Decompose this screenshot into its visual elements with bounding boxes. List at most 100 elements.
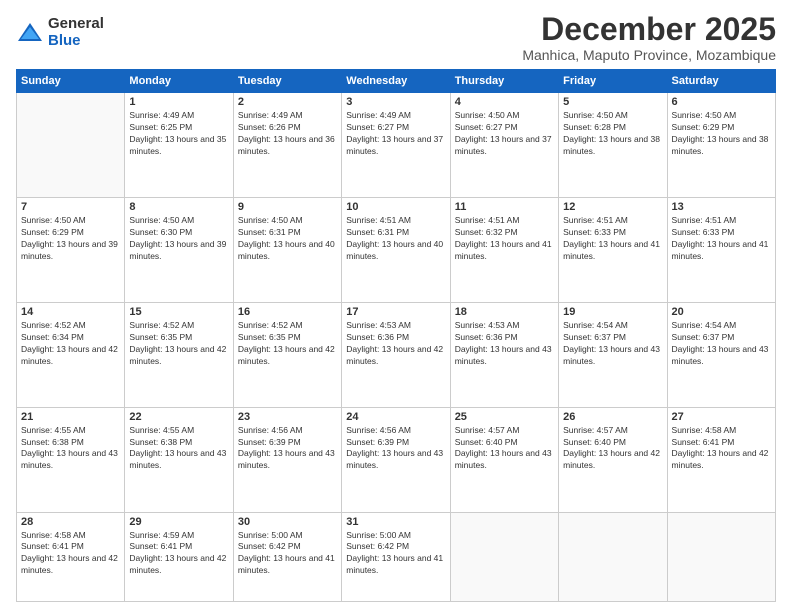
day-number: 10 (346, 201, 445, 213)
sunset-text: Sunset: 6:27 PM (455, 122, 554, 134)
calendar-cell: 28Sunrise: 4:58 AMSunset: 6:41 PMDayligh… (17, 512, 125, 602)
sunrise-text: Sunrise: 4:55 AM (129, 425, 228, 437)
sunrise-text: Sunrise: 4:54 AM (672, 320, 771, 332)
calendar-table: SundayMondayTuesdayWednesdayThursdayFrid… (16, 69, 776, 602)
day-number: 14 (21, 306, 120, 318)
calendar-cell (17, 93, 125, 198)
location-subtitle: Manhica, Maputo Province, Mozambique (522, 47, 776, 63)
calendar-cell: 1Sunrise: 4:49 AMSunset: 6:25 PMDaylight… (125, 93, 233, 198)
daylight-text: Daylight: 13 hours and 39 minutes. (129, 239, 228, 263)
sunrise-text: Sunrise: 4:49 AM (346, 110, 445, 122)
daylight-text: Daylight: 13 hours and 43 minutes. (455, 344, 554, 368)
daylight-text: Daylight: 13 hours and 43 minutes. (238, 448, 337, 472)
calendar-cell: 8Sunrise: 4:50 AMSunset: 6:30 PMDaylight… (125, 198, 233, 303)
sunset-text: Sunset: 6:38 PM (21, 437, 120, 449)
sunrise-text: Sunrise: 4:56 AM (346, 425, 445, 437)
daylight-text: Daylight: 13 hours and 43 minutes. (672, 344, 771, 368)
daylight-text: Daylight: 13 hours and 38 minutes. (672, 134, 771, 158)
sunset-text: Sunset: 6:35 PM (129, 332, 228, 344)
sunrise-text: Sunrise: 4:51 AM (455, 215, 554, 227)
day-header: Friday (559, 70, 667, 93)
daylight-text: Daylight: 13 hours and 41 minutes. (238, 553, 337, 577)
calendar-week-row: 14Sunrise: 4:52 AMSunset: 6:34 PMDayligh… (17, 302, 776, 407)
daylight-text: Daylight: 13 hours and 43 minutes. (346, 448, 445, 472)
sunset-text: Sunset: 6:27 PM (346, 122, 445, 134)
sunset-text: Sunset: 6:31 PM (346, 227, 445, 239)
logo-blue: Blue (48, 33, 104, 50)
calendar-week-row: 28Sunrise: 4:58 AMSunset: 6:41 PMDayligh… (17, 512, 776, 602)
day-number: 1 (129, 96, 228, 108)
calendar-cell: 19Sunrise: 4:54 AMSunset: 6:37 PMDayligh… (559, 302, 667, 407)
day-number: 6 (672, 96, 771, 108)
calendar-week-row: 1Sunrise: 4:49 AMSunset: 6:25 PMDaylight… (17, 93, 776, 198)
sunrise-text: Sunrise: 4:58 AM (672, 425, 771, 437)
logo-icon (16, 19, 44, 47)
calendar-cell (559, 512, 667, 602)
month-title: December 2025 (522, 12, 776, 47)
day-number: 12 (563, 201, 662, 213)
calendar-cell: 18Sunrise: 4:53 AMSunset: 6:36 PMDayligh… (450, 302, 558, 407)
day-header: Sunday (17, 70, 125, 93)
sunrise-text: Sunrise: 4:51 AM (563, 215, 662, 227)
day-number: 17 (346, 306, 445, 318)
day-number: 16 (238, 306, 337, 318)
sunset-text: Sunset: 6:39 PM (346, 437, 445, 449)
sunset-text: Sunset: 6:36 PM (346, 332, 445, 344)
sunset-text: Sunset: 6:36 PM (455, 332, 554, 344)
calendar-cell: 6Sunrise: 4:50 AMSunset: 6:29 PMDaylight… (667, 93, 775, 198)
sunrise-text: Sunrise: 4:50 AM (563, 110, 662, 122)
daylight-text: Daylight: 13 hours and 40 minutes. (238, 239, 337, 263)
logo: General Blue (16, 16, 104, 49)
sunset-text: Sunset: 6:37 PM (563, 332, 662, 344)
calendar-cell: 4Sunrise: 4:50 AMSunset: 6:27 PMDaylight… (450, 93, 558, 198)
sunset-text: Sunset: 6:39 PM (238, 437, 337, 449)
daylight-text: Daylight: 13 hours and 36 minutes. (238, 134, 337, 158)
daylight-text: Daylight: 13 hours and 40 minutes. (346, 239, 445, 263)
calendar-cell: 14Sunrise: 4:52 AMSunset: 6:34 PMDayligh… (17, 302, 125, 407)
daylight-text: Daylight: 13 hours and 43 minutes. (563, 344, 662, 368)
day-number: 28 (21, 516, 120, 528)
sunset-text: Sunset: 6:41 PM (21, 541, 120, 553)
sunrise-text: Sunrise: 4:57 AM (563, 425, 662, 437)
calendar-cell: 12Sunrise: 4:51 AMSunset: 6:33 PMDayligh… (559, 198, 667, 303)
title-block: December 2025 Manhica, Maputo Province, … (522, 12, 776, 63)
daylight-text: Daylight: 13 hours and 43 minutes. (455, 448, 554, 472)
daylight-text: Daylight: 13 hours and 42 minutes. (672, 448, 771, 472)
sunset-text: Sunset: 6:30 PM (129, 227, 228, 239)
day-number: 9 (238, 201, 337, 213)
daylight-text: Daylight: 13 hours and 37 minutes. (346, 134, 445, 158)
day-number: 8 (129, 201, 228, 213)
calendar-cell: 30Sunrise: 5:00 AMSunset: 6:42 PMDayligh… (233, 512, 341, 602)
sunset-text: Sunset: 6:33 PM (672, 227, 771, 239)
daylight-text: Daylight: 13 hours and 42 minutes. (21, 344, 120, 368)
daylight-text: Daylight: 13 hours and 42 minutes. (563, 448, 662, 472)
calendar-cell: 21Sunrise: 4:55 AMSunset: 6:38 PMDayligh… (17, 407, 125, 512)
day-number: 25 (455, 411, 554, 423)
sunset-text: Sunset: 6:40 PM (563, 437, 662, 449)
sunrise-text: Sunrise: 4:55 AM (21, 425, 120, 437)
calendar-header-row: SundayMondayTuesdayWednesdayThursdayFrid… (17, 70, 776, 93)
logo-text: General Blue (48, 16, 104, 49)
day-number: 21 (21, 411, 120, 423)
calendar-cell: 9Sunrise: 4:50 AMSunset: 6:31 PMDaylight… (233, 198, 341, 303)
daylight-text: Daylight: 13 hours and 39 minutes. (21, 239, 120, 263)
header: General Blue December 2025 Manhica, Mapu… (16, 12, 776, 63)
sunrise-text: Sunrise: 4:52 AM (238, 320, 337, 332)
day-number: 26 (563, 411, 662, 423)
day-number: 3 (346, 96, 445, 108)
daylight-text: Daylight: 13 hours and 41 minutes. (346, 553, 445, 577)
sunrise-text: Sunrise: 4:50 AM (455, 110, 554, 122)
calendar-cell: 2Sunrise: 4:49 AMSunset: 6:26 PMDaylight… (233, 93, 341, 198)
day-number: 24 (346, 411, 445, 423)
sunset-text: Sunset: 6:28 PM (563, 122, 662, 134)
sunrise-text: Sunrise: 4:53 AM (455, 320, 554, 332)
sunset-text: Sunset: 6:31 PM (238, 227, 337, 239)
logo-general: General (48, 16, 104, 33)
calendar-cell: 10Sunrise: 4:51 AMSunset: 6:31 PMDayligh… (342, 198, 450, 303)
sunset-text: Sunset: 6:29 PM (672, 122, 771, 134)
sunrise-text: Sunrise: 4:51 AM (672, 215, 771, 227)
sunrise-text: Sunrise: 4:56 AM (238, 425, 337, 437)
sunrise-text: Sunrise: 4:52 AM (21, 320, 120, 332)
calendar-cell: 16Sunrise: 4:52 AMSunset: 6:35 PMDayligh… (233, 302, 341, 407)
sunset-text: Sunset: 6:38 PM (129, 437, 228, 449)
